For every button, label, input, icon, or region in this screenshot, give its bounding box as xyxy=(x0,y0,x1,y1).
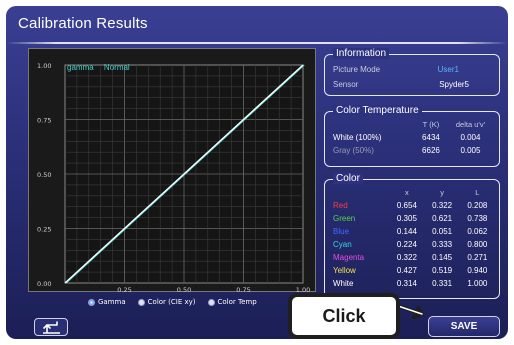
color-temperature-box: Color Temperature T (K) delta u'v' White… xyxy=(324,105,500,167)
radio-color-temp[interactable]: Color Temp xyxy=(207,298,257,306)
ct-row-t: 6434 xyxy=(422,133,440,142)
information-box: Information Picture Mode User1 Sensor Sp… xyxy=(324,48,500,96)
color-row-name: Magenta xyxy=(333,253,365,262)
table-row: White 0.314 0.331 1.000 xyxy=(331,277,495,290)
color-row-x: 0.305 xyxy=(396,214,417,223)
chart-legend: gamma Normal xyxy=(67,63,138,72)
color-row-l: 0.208 xyxy=(467,201,488,210)
ct-header-blank xyxy=(331,118,416,131)
chart-svg: 1.00 0.75 0.50 0.25 0.00 0.25 0.50 0.75 1.00 xyxy=(37,62,310,293)
color-header-y: y xyxy=(440,188,444,197)
color-row-y: 0.331 xyxy=(432,279,453,288)
legend-normal: Normal xyxy=(103,63,130,72)
callout-arrow-icon xyxy=(396,304,424,319)
y-tick-label: 0.00 xyxy=(37,280,51,288)
color-row-y: 0.322 xyxy=(432,201,453,210)
color-row-x: 0.322 xyxy=(396,253,417,262)
color-box: Color x y L Red 0.654 0.322 0.208 Green 0.305… xyxy=(324,173,500,299)
table-row: Cyan 0.224 0.333 0.800 xyxy=(331,238,495,251)
color-row-y: 0.051 xyxy=(432,227,453,236)
color-row-y: 0.145 xyxy=(432,253,453,262)
ct-row-t: 6626 xyxy=(422,146,440,155)
color-row-name: Yellow xyxy=(333,266,356,275)
back-button[interactable] xyxy=(34,318,68,336)
radio-gamma-dot[interactable] xyxy=(88,298,95,306)
color-table: x y L Red 0.654 0.322 0.208 Green 0.305 0.621 0… xyxy=(331,186,495,290)
radio-color-temp-label: Color Temp xyxy=(217,298,257,306)
y-tick-label: 0.25 xyxy=(37,226,51,234)
color-row-l: 0.800 xyxy=(467,240,488,249)
y-tick-label: 1.00 xyxy=(37,62,51,70)
color-row-y: 0.621 xyxy=(432,214,453,223)
color-row-l: 0.738 xyxy=(467,214,488,223)
color-row-name: Green xyxy=(333,214,356,223)
color-row-name: Red xyxy=(333,201,348,210)
x-tick-label: 0.75 xyxy=(236,286,250,293)
ct-header-t: T (K) xyxy=(422,120,440,129)
color-row-l: 0.062 xyxy=(467,227,488,236)
ct-row-name: Gray (50%) xyxy=(333,146,374,155)
ct-row-name: White (100%) xyxy=(333,133,382,142)
ct-row-delta: 0.004 xyxy=(460,133,481,142)
title-divider xyxy=(6,42,508,44)
sensor-label: Sensor xyxy=(333,80,359,89)
y-tick-label: 0.50 xyxy=(37,171,51,179)
gamma-chart: 1.00 0.75 0.50 0.25 0.00 0.25 0.50 0.75 1.00 gam… xyxy=(28,48,316,293)
save-button[interactable]: SAVE xyxy=(428,316,500,337)
x-tick-label: 1.00 xyxy=(296,286,310,293)
color-row-x: 0.654 xyxy=(396,201,417,210)
table-row: Blue 0.144 0.051 0.062 xyxy=(331,225,495,238)
radio-gamma-label: Gamma xyxy=(98,298,126,306)
page-title: Calibration Results xyxy=(18,15,148,32)
table-row: Green 0.305 0.621 0.738 xyxy=(331,212,495,225)
x-tick-label: 0.25 xyxy=(117,286,131,293)
radio-color-cie-dot[interactable] xyxy=(137,298,145,306)
return-arrow-icon xyxy=(43,321,60,334)
color-row-y: 0.519 xyxy=(432,266,453,275)
click-callout: Click xyxy=(288,293,400,339)
color-header-blank xyxy=(331,186,389,199)
color-row-l: 0.271 xyxy=(467,253,488,262)
color-title: Color xyxy=(333,173,363,184)
chart-mode-radios: Gamma Color (CIE xy) Color Temp xyxy=(88,298,257,306)
picture-mode-label: Picture Mode xyxy=(333,65,381,74)
color-row-x: 0.314 xyxy=(396,279,417,288)
color-row-name: Cyan xyxy=(333,240,352,249)
table-row: Yellow 0.427 0.519 0.940 xyxy=(331,264,495,277)
table-row: Red 0.654 0.322 0.208 xyxy=(331,199,495,212)
color-temperature-table: T (K) delta u'v' White (100%) 6434 0.004… xyxy=(331,118,495,157)
color-header-x: x xyxy=(405,188,409,197)
legend-gamma: gamma xyxy=(67,63,94,72)
color-row-x: 0.427 xyxy=(396,266,417,275)
color-row-name: Blue xyxy=(333,227,350,236)
color-row-l: 0.940 xyxy=(467,266,488,275)
calibration-screen: Calibration Results 1.00 0.75 0.50 0.25 0.00… xyxy=(6,6,508,339)
table-row: White (100%) 6434 0.004 xyxy=(331,131,495,144)
sensor-value: Spyder5 xyxy=(439,80,469,89)
color-header-l: L xyxy=(475,188,480,197)
radio-gamma[interactable]: Gamma xyxy=(88,298,126,306)
picture-mode-value: User1 xyxy=(437,65,459,74)
x-tick-label: 0.50 xyxy=(177,286,191,293)
radio-color-cie-label: Color (CIE xy) xyxy=(147,298,196,306)
ct-header-delta: delta u'v' xyxy=(455,120,486,129)
color-row-y: 0.333 xyxy=(432,240,453,249)
color-header-row: x y L xyxy=(331,186,495,199)
y-tick-label: 0.75 xyxy=(37,117,51,125)
sensor-row: Sensor Spyder5 xyxy=(333,80,493,89)
table-row: Gray (50%) 6626 0.005 xyxy=(331,144,495,157)
color-row-x: 0.224 xyxy=(396,240,417,249)
color-temperature-header-row: T (K) delta u'v' xyxy=(331,118,495,131)
radio-color-cie[interactable]: Color (CIE xy) xyxy=(137,298,196,306)
table-row: Magenta 0.322 0.145 0.271 xyxy=(331,251,495,264)
ct-row-delta: 0.005 xyxy=(460,146,481,155)
picture-mode-row: Picture Mode User1 xyxy=(333,65,493,74)
color-row-name: White xyxy=(333,279,354,288)
color-row-l: 1.000 xyxy=(467,279,488,288)
radio-color-temp-dot[interactable] xyxy=(207,298,215,306)
color-row-x: 0.144 xyxy=(396,227,417,236)
information-title: Information xyxy=(333,48,390,59)
color-temperature-title: Color Temperature xyxy=(333,105,422,116)
